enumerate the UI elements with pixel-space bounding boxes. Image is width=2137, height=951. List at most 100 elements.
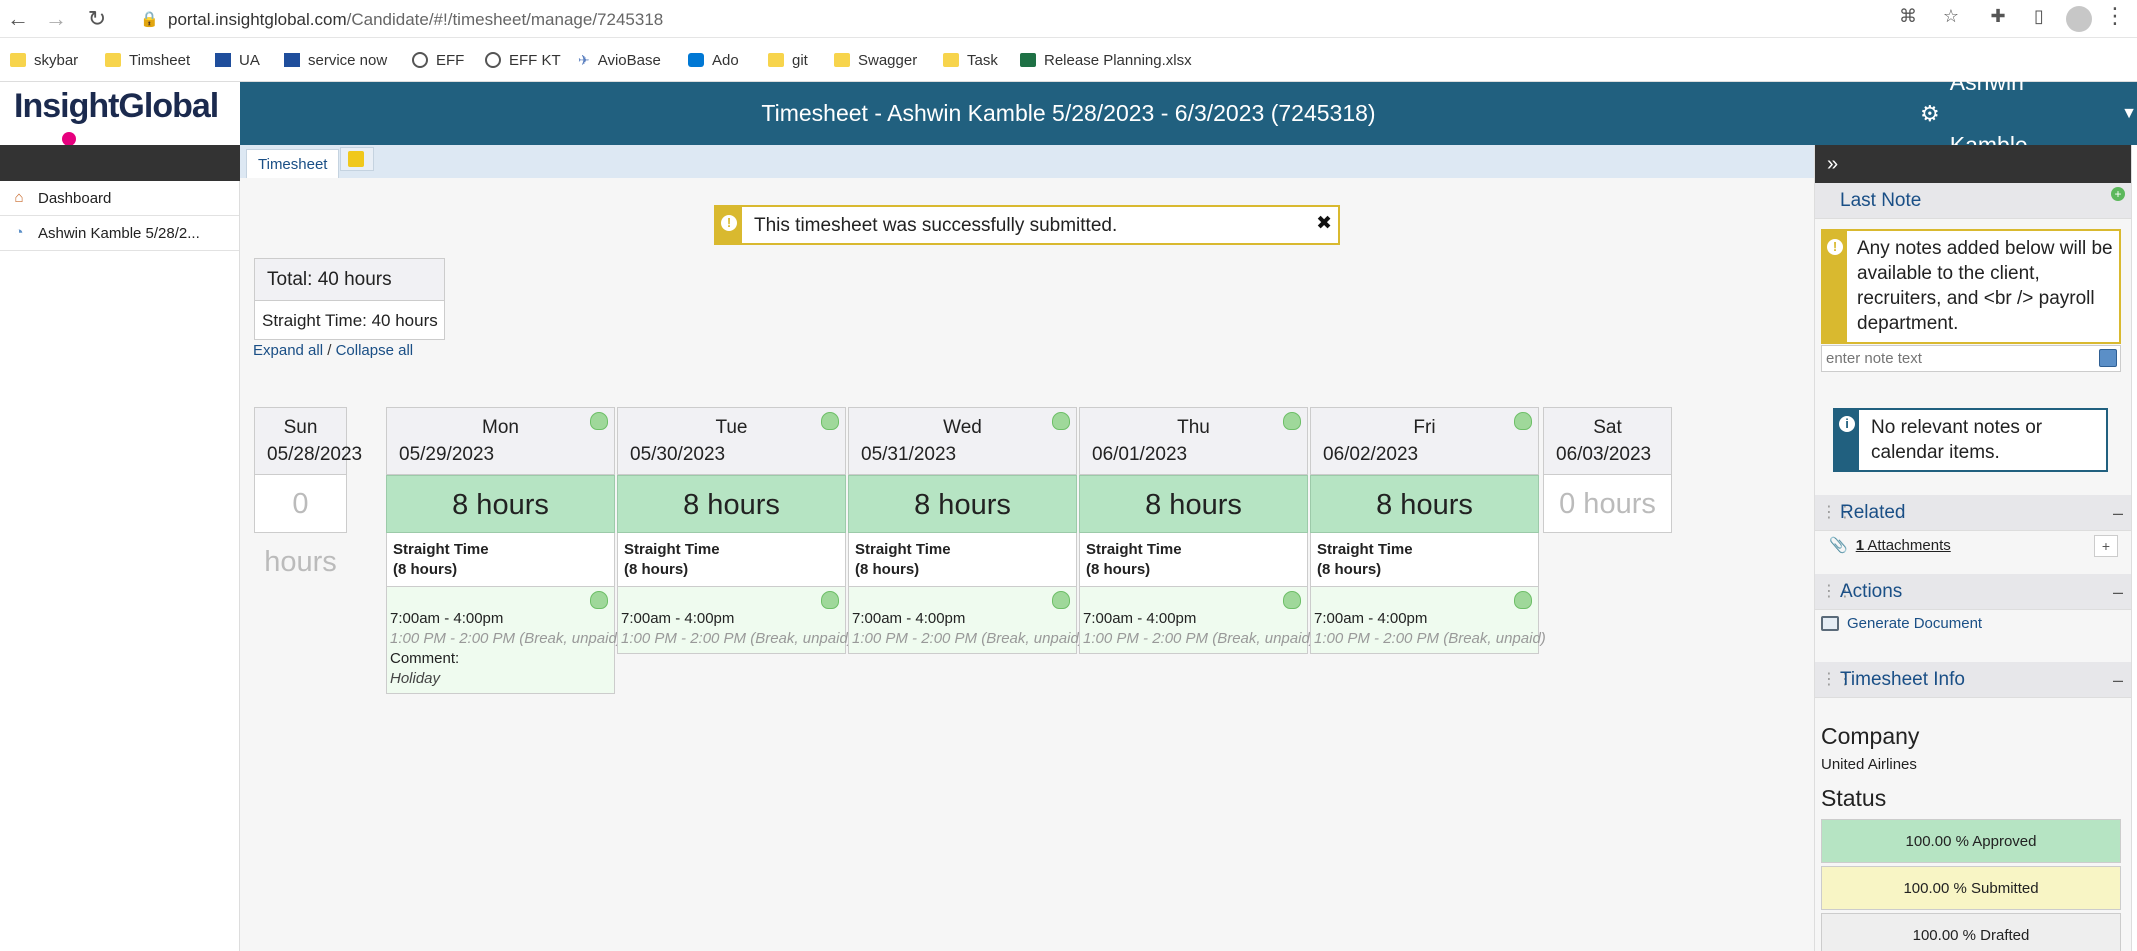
sidepanel-icon[interactable]: ▯	[2026, 6, 2052, 27]
main-content: ! This timesheet was successfully submit…	[240, 178, 1814, 951]
home-icon: ⌂	[14, 189, 24, 206]
right-panel: » Last Note + ! Any notes added below wi…	[1814, 145, 2131, 951]
tab-timesheet[interactable]: Timesheet	[246, 149, 340, 178]
collapse-all-link[interactable]: Collapse all	[336, 342, 414, 359]
note-warning-text: Any notes added below will be available …	[1857, 238, 2113, 334]
bookmark-aviobase[interactable]: ✈ AvioBase	[578, 49, 661, 71]
thumbs-up-icon	[821, 591, 839, 609]
entry-break: 1:00 PM - 2:00 PM (Break, unpaid)	[621, 630, 853, 647]
url-bar[interactable]: 🔒 portal.insightglobal.com/Candidate/#!/…	[128, 4, 1963, 34]
exclamation-icon: !	[721, 215, 737, 231]
day-name: Thu	[1177, 417, 1210, 438]
day-hours[interactable]: 0 hours	[254, 475, 347, 578]
day-hours[interactable]: 8 hours	[1079, 475, 1308, 533]
time-entry[interactable]: 7:00am - 4:00pm 1:00 PM - 2:00 PM (Break…	[848, 587, 1084, 654]
bookmark-git[interactable]: git	[768, 49, 808, 71]
page-title: Timesheet - Ashwin Kamble 5/28/2023 - 6/…	[761, 100, 1376, 126]
day-hours[interactable]: 0 hours	[1543, 475, 1672, 533]
straight-time-box[interactable]: Straight Time (8 hours)	[617, 533, 846, 587]
url-text: portal.insightglobal.com/Candidate/#!/ti…	[168, 10, 664, 29]
reload-icon[interactable]: ↻	[85, 7, 109, 31]
sidebar-item-timesheet[interactable]: ◔ Ashwin Kamble 5/28/2...	[0, 216, 239, 251]
status-approved: 100.00 % Approved	[1821, 819, 2121, 863]
scrollbar[interactable]	[2131, 145, 2137, 951]
collapse-icon[interactable]: –	[2113, 662, 2123, 698]
note-input[interactable]	[1821, 345, 2121, 372]
day-name: Tue	[715, 417, 748, 438]
bookmark-task[interactable]: Task	[943, 49, 998, 71]
comment-text: Holiday	[390, 670, 441, 687]
attachments-text[interactable]: 1 Attachments	[1856, 537, 1951, 554]
user-menu[interactable]: ⚙ Ashwin Kamble ▼	[1920, 69, 2137, 158]
straight-time-box[interactable]: Straight Time (8 hours)	[386, 533, 615, 587]
day-hours[interactable]: 8 hours	[1310, 475, 1539, 533]
expand-all-link[interactable]: Expand all	[253, 342, 323, 359]
bookmark-release-planning[interactable]: Release Planning.xlsx	[1020, 49, 1192, 71]
star-icon[interactable]: ☆	[1938, 6, 1964, 27]
bookmark-service-now[interactable]: service now	[284, 49, 387, 71]
straight-time-box[interactable]: Straight Time (8 hours)	[1079, 533, 1308, 587]
related-header[interactable]: ⋮⋮ Related –	[1815, 495, 2131, 531]
bookmark-ua[interactable]: UA	[215, 49, 260, 71]
day-header: Tue 05/30/2023	[617, 407, 846, 475]
straight-time-box[interactable]: Straight Time (8 hours)	[848, 533, 1077, 587]
day-column-sun: Sun 05/28/2023 0 hours	[254, 407, 362, 578]
alert-message: This timesheet was successfully submitte…	[754, 215, 1118, 236]
sticky-note-icon	[348, 151, 364, 167]
close-icon[interactable]: ✖	[1316, 212, 1332, 235]
bookmark-timsheet[interactable]: Timsheet	[105, 49, 190, 71]
totals-box: Total: 40 hours Straight Time: 40 hours	[254, 258, 445, 340]
day-name: Fri	[1413, 417, 1436, 438]
thumbs-up-icon	[590, 591, 608, 609]
collapse-icon[interactable]: –	[2113, 574, 2123, 610]
browser-menu-icon[interactable]: ⋮	[2104, 3, 2126, 29]
add-note-icon[interactable]: +	[2111, 187, 2125, 201]
success-alert: ! This timesheet was successfully submit…	[714, 205, 1340, 245]
collapse-icon[interactable]: –	[2113, 495, 2123, 531]
tab-notes[interactable]	[340, 147, 374, 171]
time-entry[interactable]: 7:00am - 4:00pm 1:00 PM - 2:00 PM (Break…	[386, 587, 622, 694]
generate-document-link[interactable]: Generate Document	[1821, 615, 1982, 632]
excel-icon	[1020, 53, 1036, 67]
profile-avatar[interactable]	[2066, 6, 2092, 32]
bookmark-ado[interactable]: Ado	[688, 49, 739, 71]
printer-icon	[1821, 616, 1839, 631]
info-icon: i	[1839, 416, 1855, 432]
status-drafted: 100.00 % Drafted	[1821, 913, 2121, 951]
day-hours[interactable]: 8 hours	[386, 475, 615, 533]
day-header: Thu 06/01/2023	[1079, 407, 1308, 475]
timesheet-info-header[interactable]: ⋮⋮ Timesheet Info –	[1815, 662, 2131, 698]
straight-time-box[interactable]: Straight Time (8 hours)	[1310, 533, 1539, 587]
day-header: Sun 05/28/2023	[254, 407, 362, 475]
day-hours[interactable]: 8 hours	[848, 475, 1077, 533]
attachments-link[interactable]: 📎 1 Attachments	[1829, 536, 1951, 555]
paperclip-icon: 📎	[1829, 537, 1848, 554]
forward-arrow-icon[interactable]: →	[44, 7, 68, 31]
save-icon[interactable]	[2099, 349, 2117, 367]
actions-header[interactable]: ⋮⋮ Actions –	[1815, 574, 2131, 610]
folder-icon	[768, 53, 784, 67]
bookmark-skybar[interactable]: skybar	[10, 49, 78, 71]
time-entry[interactable]: 7:00am - 4:00pm 1:00 PM - 2:00 PM (Break…	[1079, 587, 1315, 654]
thumbs-up-icon	[1514, 412, 1532, 430]
bookmark-eff[interactable]: EFF	[412, 49, 464, 71]
translate-icon[interactable]: ⌘	[1895, 6, 1921, 27]
time-entry[interactable]: 7:00am - 4:00pm 1:00 PM - 2:00 PM (Break…	[1310, 587, 1546, 654]
day-name: Sat	[1593, 417, 1622, 438]
entry-break: 1:00 PM - 2:00 PM (Break, unpaid)	[1314, 630, 1546, 647]
extensions-icon[interactable]: ✚	[1985, 6, 2011, 27]
back-arrow-icon[interactable]: ←	[6, 7, 30, 31]
panel-collapse-button[interactable]: »	[1815, 145, 2131, 183]
bookmark-swagger[interactable]: Swagger	[834, 49, 917, 71]
time-entry[interactable]: 7:00am - 4:00pm 1:00 PM - 2:00 PM (Break…	[617, 587, 853, 654]
bookmark-eff-kt[interactable]: EFF KT	[485, 49, 561, 71]
thumbs-up-icon	[1283, 412, 1301, 430]
add-attachment-button[interactable]: +	[2094, 535, 2118, 557]
day-hours[interactable]: 8 hours	[617, 475, 846, 533]
day-column-mon: Mon 05/29/2023 8 hours Straight Time (8 …	[386, 407, 622, 694]
bookmarks-bar: skybar Timsheet UA service now EFF EFF K…	[0, 38, 2137, 82]
exclamation-icon: !	[1827, 239, 1843, 255]
sidebar-item-dashboard[interactable]: ⌂ Dashboard	[0, 181, 239, 216]
day-column-wed: Wed 05/31/2023 8 hours Straight Time (8 …	[848, 407, 1084, 654]
browser-toolbar: ← → ↻ 🔒 portal.insightglobal.com/Candida…	[0, 0, 2137, 38]
